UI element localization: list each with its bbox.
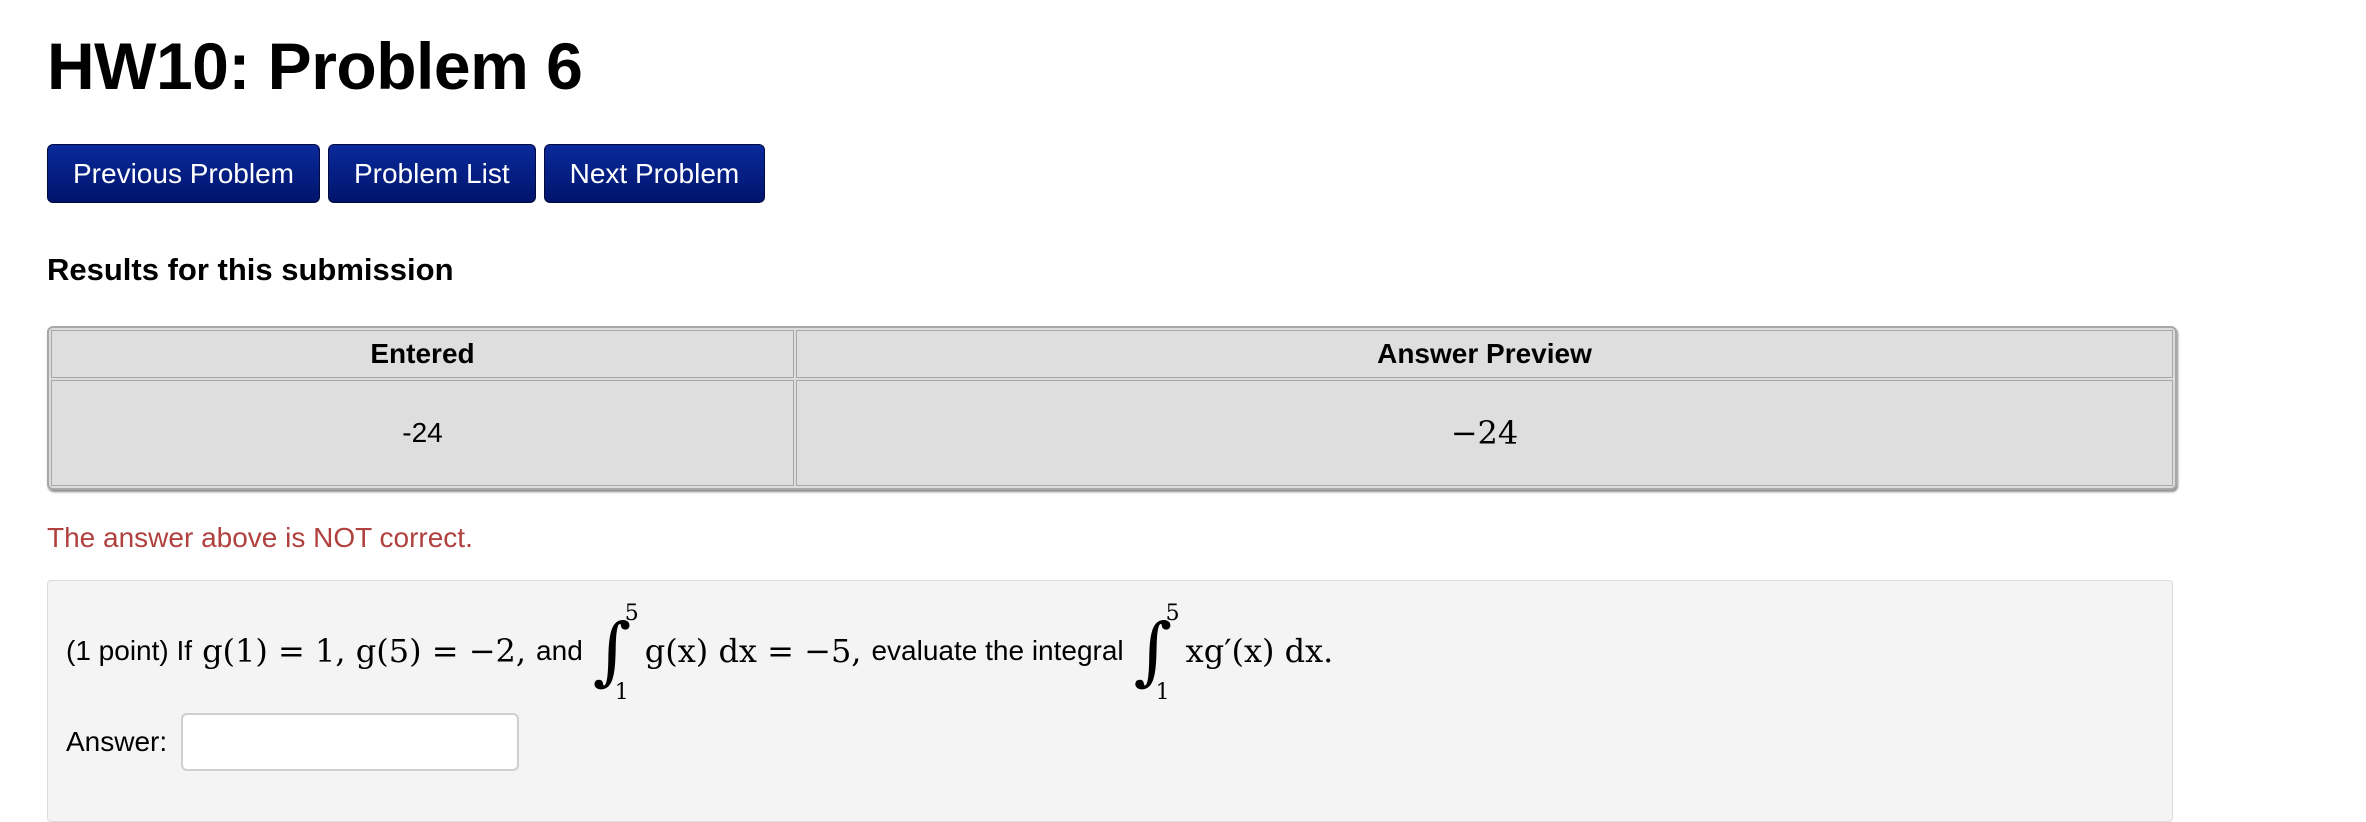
column-header-answer-preview: Answer Preview (796, 330, 2173, 378)
answer-input[interactable] (181, 713, 520, 771)
problem-statement: (1 point) If g(1) = 1, g(5) = −2, and ∫ … (66, 601, 1334, 705)
feedback-message: The answer above is NOT correct. (47, 522, 473, 553)
integral-lower-limit: 1 (1155, 680, 1170, 705)
previous-problem-button[interactable]: Previous Problem (47, 144, 320, 203)
page-title: HW10: Problem 6 (47, 29, 583, 103)
table-row: -24 −24 (51, 380, 2173, 486)
integral-symbol: ∫ 5 1 (592, 601, 639, 705)
results-table: Entered Answer Preview -24 −24 (47, 326, 2177, 490)
given-values: g(1) = 1, g(5) = −2, (202, 632, 527, 670)
answer-label: Answer: (66, 726, 168, 757)
evaluate-text: evaluate the integral (871, 635, 1124, 666)
integrand-1: g(x) dx = −5, (644, 632, 862, 670)
results-heading: Results for this submission (47, 252, 454, 287)
problem-nav: Previous Problem Problem List Next Probl… (47, 144, 766, 203)
integral-upper-limit: 5 (1165, 601, 1180, 626)
entered-cell: -24 (51, 380, 794, 486)
problem-box: (1 point) If g(1) = 1, g(5) = −2, and ∫ … (47, 580, 2173, 822)
answer-row: Answer: (66, 713, 520, 771)
and-text: and (536, 635, 583, 666)
integral-symbol: ∫ 5 1 (1133, 601, 1180, 705)
next-problem-button[interactable]: Next Problem (543, 144, 766, 203)
integrand-2: xg′(x) dx. (1185, 632, 1334, 670)
integral-lower-limit: 1 (614, 680, 629, 705)
points-text: (1 point) If (66, 635, 193, 666)
problem-list-button[interactable]: Problem List (327, 144, 536, 203)
integral-upper-limit: 5 (624, 601, 639, 626)
answer-preview-cell: −24 (796, 380, 2173, 486)
column-header-entered: Entered (51, 330, 794, 378)
